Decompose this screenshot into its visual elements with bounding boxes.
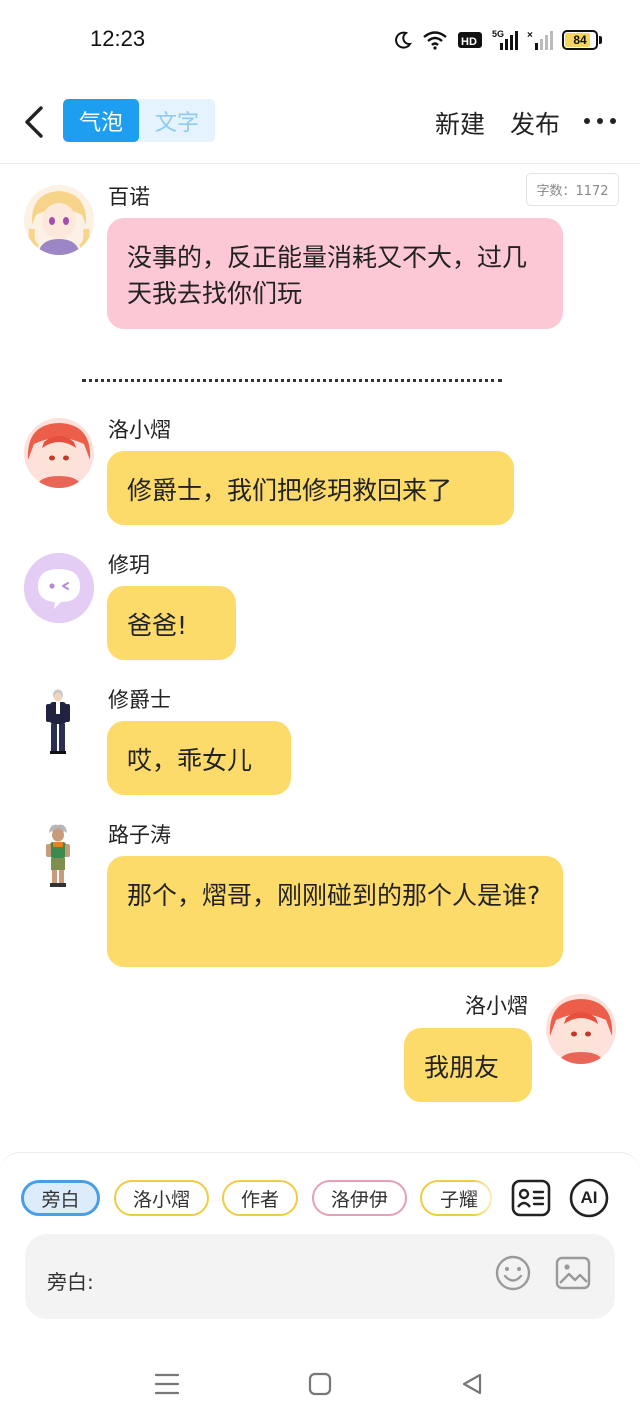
role-manage-icon[interactable] (510, 1177, 552, 1219)
input-role-label: 旁白: (47, 1270, 94, 1294)
word-count-badge: 字数：1172 (526, 173, 619, 206)
avatar-baino[interactable] (24, 185, 94, 255)
role-chip-narrator[interactable]: 旁白 (21, 1180, 100, 1216)
system-nav-bar (0, 1344, 640, 1422)
avatar-luzitao[interactable] (24, 823, 94, 893)
status-icons: HD 5G × 84 (393, 26, 602, 54)
status-time: 12:23 (90, 26, 146, 51)
header: 气泡 文字 新建 发布 (0, 80, 640, 164)
home-icon[interactable] (302, 1366, 338, 1402)
signal-nosim-icon: × (527, 30, 553, 50)
mode-toggle: 气泡 文字 (63, 99, 215, 142)
chip-scroll-fade (472, 1175, 502, 1221)
emoji-icon[interactable] (493, 1253, 533, 1293)
avatar-xiujueshi[interactable] (24, 688, 94, 758)
avatar-xiuyue[interactable] (24, 553, 94, 623)
role-input-panel: 旁白 洛小熠 作者 洛伊伊 子耀 AI 旁白: (0, 1152, 640, 1344)
avatar-luoxiaoyi[interactable] (24, 418, 94, 488)
menu-icon[interactable] (149, 1366, 185, 1402)
publish-button[interactable]: 发布 (510, 105, 560, 141)
battery-icon: 84 (562, 30, 598, 50)
svg-text:×: × (527, 30, 533, 41)
back-triangle-icon[interactable] (454, 1366, 490, 1402)
message-bubble[interactable]: 哎，乖女儿 (107, 721, 291, 795)
svg-text:HD: HD (461, 36, 477, 48)
tab-bubble[interactable]: 气泡 (63, 99, 139, 142)
chevron-left-icon (25, 106, 43, 138)
speaker-name: 百诺 (108, 185, 150, 209)
message-bubble[interactable]: 爸爸! (107, 586, 236, 660)
hd-icon: HD (458, 32, 482, 48)
speaker-name: 路子涛 (108, 823, 171, 847)
battery-cap (599, 36, 602, 44)
role-chip[interactable]: 洛小熠 (114, 1180, 209, 1216)
tab-text[interactable]: 文字 (139, 99, 215, 142)
speaker-name: 洛小熠 (465, 994, 528, 1018)
wifi-icon (423, 31, 447, 50)
status-bar: 12:23 HD 5G × 84 (0, 0, 640, 80)
message-bubble[interactable]: 修爵士，我们把修玥救回来了 (107, 451, 514, 525)
avatar-luoxiaoyi-self[interactable] (546, 994, 616, 1064)
role-chip[interactable]: 作者 (222, 1180, 298, 1216)
moon-icon (395, 31, 412, 49)
message-input[interactable]: 旁白: (25, 1234, 615, 1319)
speaker-name: 洛小熠 (108, 418, 171, 442)
message-bubble[interactable]: 那个，熠哥，刚刚碰到的那个人是谁? (107, 856, 563, 967)
back-button[interactable] (14, 100, 54, 144)
battery-text: 84 (573, 33, 587, 47)
message-bubble[interactable]: 没事的，反正能量消耗又不大，过几天我去找你们玩 (107, 218, 563, 329)
speaker-name: 修爵士 (108, 688, 171, 712)
role-chip[interactable]: 洛伊伊 (312, 1180, 407, 1216)
section-divider[interactable] (82, 379, 502, 382)
ai-label: AI (580, 1188, 598, 1207)
speaker-name: 修玥 (108, 553, 150, 577)
more-icon[interactable] (584, 116, 616, 126)
message-bubble[interactable]: 我朋友 (404, 1028, 532, 1102)
new-button[interactable]: 新建 (435, 105, 485, 141)
image-icon[interactable] (553, 1253, 593, 1293)
signal-5g-icon: 5G (492, 29, 518, 50)
ai-button[interactable]: AI (568, 1177, 610, 1219)
svg-text:5G: 5G (492, 29, 504, 39)
